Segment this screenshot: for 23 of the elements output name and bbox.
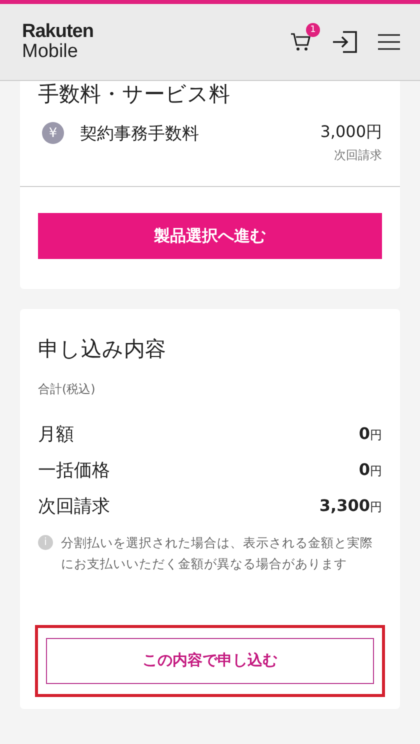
section-title: 申し込み内容 <box>38 336 167 363</box>
fee-price: 3,000円 <box>320 122 382 143</box>
installment-note: 分割払いを選択された場合は、表示される金額と実際にお支払いいただく金額が異なる場合があります <box>61 534 374 574</box>
logo[interactable]: Rakuten Mobile <box>22 22 94 62</box>
price-value: 0円 <box>358 460 382 480</box>
billing-note: 次回請求 <box>334 147 382 164</box>
section-title: 手数料・サービス料 <box>38 81 231 108</box>
cart-icon[interactable] <box>290 31 312 53</box>
price-value: 0円 <box>358 424 382 444</box>
total-label: 合計(税込) <box>38 381 96 398</box>
price-label: 月額 <box>38 423 74 446</box>
price-label: 次回請求 <box>38 495 110 518</box>
logo-text: Mobile <box>22 42 79 62</box>
yen-icon: ¥ <box>42 122 64 144</box>
price-value: 3,300円 <box>319 496 382 516</box>
menu-icon[interactable] <box>378 33 400 51</box>
cart-count-badge: 1 <box>306 23 320 37</box>
login-icon[interactable] <box>332 30 358 54</box>
next-button[interactable]: 製品選択へ進む <box>38 213 382 259</box>
price-label: 一括価格 <box>38 459 110 482</box>
apply-button[interactable]: この内容で申し込む <box>46 638 374 684</box>
fee-name: 契約事務手数料 <box>80 123 200 145</box>
logo-text: Rakuten <box>22 22 94 42</box>
